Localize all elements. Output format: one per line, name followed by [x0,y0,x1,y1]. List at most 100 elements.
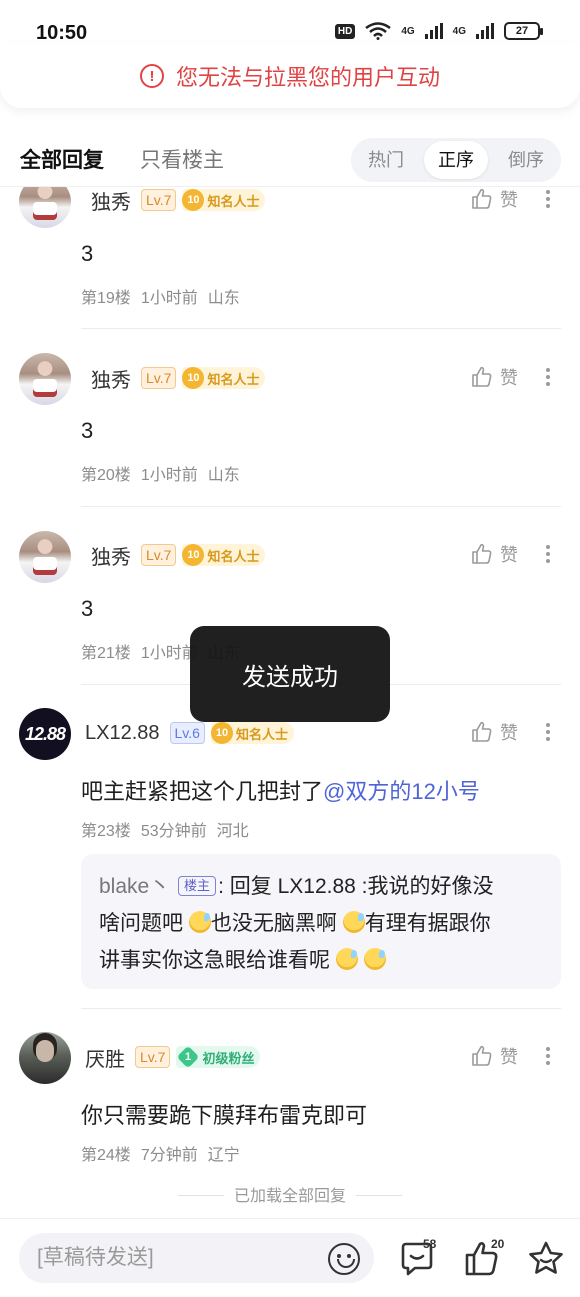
level-badge: Lv.7 [141,189,177,211]
sweat-emoji-icon [335,948,358,970]
title-badge: 1 初级粉丝 [176,1045,261,1069]
comment-meta: 第19楼 1小时前 山东 [81,284,250,308]
reply-text-part3: 也没无脑黑啊 [210,912,337,935]
user-line: 独秀 Lv.7 10 知名人士 [91,364,266,393]
more-icon[interactable] [540,719,556,745]
reply-text-part4: 有理有据跟你 [364,912,491,935]
badge-label: 知名人士 [207,548,260,564]
sort-descending[interactable]: 倒序 [494,141,558,179]
like-button[interactable]: 赞 [470,364,518,390]
avatar[interactable] [19,531,71,583]
avatar[interactable] [19,1032,71,1084]
comment-meta: 第23楼 53分钟前 河北 [81,817,259,841]
badge-gem-icon: 10 [210,722,233,744]
network-type-2: 4G [452,25,466,37]
wifi-icon [365,22,392,40]
user-line: 厌胜 Lv.7 1 初级粉丝 [85,1043,261,1071]
block-warning-banner: ! 您无法与拉黑您的用户互动 [0,44,580,108]
signal-icon [424,23,443,39]
comment-meta: 第24楼 7分钟前 辽宁 [81,1141,250,1165]
alert-icon: ! [139,64,164,88]
sort-ascending[interactable]: 正序 [424,141,488,179]
level-badge: Lv.7 [135,1046,171,1068]
reply-tab-row: 全部回复 只看楼主 热门 正序 倒序 [0,134,580,186]
divider [81,506,561,507]
username[interactable]: 独秀 [91,186,131,215]
sweat-emoji-icon [188,911,211,933]
tab-owner-only[interactable]: 只看楼主 [140,144,224,174]
reply-input[interactable]: [草稿待发送] [19,1233,374,1283]
comment-text: 你只需要跪下膜拜布雷克即可 [81,1103,368,1128]
divider [81,328,561,329]
floor-number: 第23楼 [81,823,131,840]
avatar[interactable] [19,353,71,405]
battery-icon: 27 [504,22,543,40]
user-line: LX12.88 Lv.6 10 知名人士 [85,719,294,747]
signal-icon-2 [476,23,494,39]
like-button[interactable]: 赞 [470,186,518,212]
badge-gem-icon: 1 [177,1045,200,1069]
like-label: 赞 [500,368,518,388]
title-badge: 10 知名人士 [210,722,294,744]
title-badge: 10 知名人士 [182,189,266,211]
comment-text: 3 [81,241,94,266]
badge-label: 初级粉丝 [202,1050,255,1066]
mention-link[interactable]: @双方的12小号 [323,779,480,804]
reply-text-part2: 啥问题吧 [99,912,183,935]
user-line: 独秀 Lv.7 10 知名人士 [91,541,266,570]
like-button[interactable]: 赞 [470,1043,518,1069]
floor-number: 第19楼 [81,290,131,307]
floor-number: 第20楼 [81,467,131,484]
sort-hot[interactable]: 热门 [354,141,418,179]
location: 河北 [216,823,249,840]
like-label: 赞 [500,545,518,565]
like-label: 赞 [500,190,518,210]
like-button[interactable]: 赞 [470,719,518,745]
title-badge: 10 知名人士 [182,367,266,389]
post-time: 1小时前 [140,290,198,307]
more-icon[interactable] [540,364,556,390]
badge-gem-icon: 10 [182,367,205,389]
badge-gem-icon: 10 [182,189,205,211]
comment-text: 3 [81,418,94,443]
sweat-emoji-icon [342,911,365,933]
badge-label: 知名人士 [207,371,260,387]
location: 辽宁 [207,1147,240,1164]
comment-text: 3 [81,596,94,621]
emoji-picker-icon[interactable] [328,1243,360,1275]
status-icons: HD 4G 4G 27 [334,22,543,40]
badge-label: 知名人士 [235,726,288,742]
avatar[interactable]: 12.88 [19,708,71,760]
location: 山东 [207,290,240,307]
sweat-emoji-icon [363,948,386,970]
more-icon[interactable] [540,186,556,212]
comment-meta: 第20楼 1小时前 山东 [81,461,250,485]
tab-all-replies[interactable]: 全部回复 [20,144,104,174]
like-label: 赞 [500,723,518,743]
hd-icon: HD [334,23,356,39]
username[interactable]: 厌胜 [85,1043,125,1072]
post-time: 1小时前 [140,467,198,484]
reply-text-part1: 回复 LX12.88 :我说的好像没 [229,875,494,898]
status-time: 10:50 [36,22,88,44]
sort-toggle: 热门 正序 倒序 [351,138,561,182]
more-icon[interactable] [540,1043,556,1069]
like-button[interactable]: 赞 [470,541,518,567]
floor-number: 第21楼 [81,645,131,662]
like-label: 赞 [500,1047,518,1067]
star-icon[interactable] [526,1239,566,1279]
send-success-toast: 发送成功 [190,626,390,722]
comment-body: 吧主赶紧把这个几把封了 [81,779,324,804]
reply-username[interactable]: blake丶 [99,875,170,898]
username[interactable]: LX12.88 [85,722,160,745]
username[interactable]: 独秀 [91,364,131,393]
thumbs-up-icon [472,1045,492,1066]
like-count: 20 [491,1237,505,1251]
level-badge: Lv.7 [141,544,177,566]
username[interactable]: 独秀 [91,541,131,570]
more-icon[interactable] [540,541,556,567]
bottom-bar: [草稿待发送] 58 20 [0,1218,580,1297]
location: 山东 [207,467,240,484]
level-badge: Lv.7 [141,367,177,389]
sub-reply-box[interactable]: blake丶 楼主: 回复 LX12.88 :我说的好像没 啥问题吧 也没无脑黑… [81,854,561,989]
